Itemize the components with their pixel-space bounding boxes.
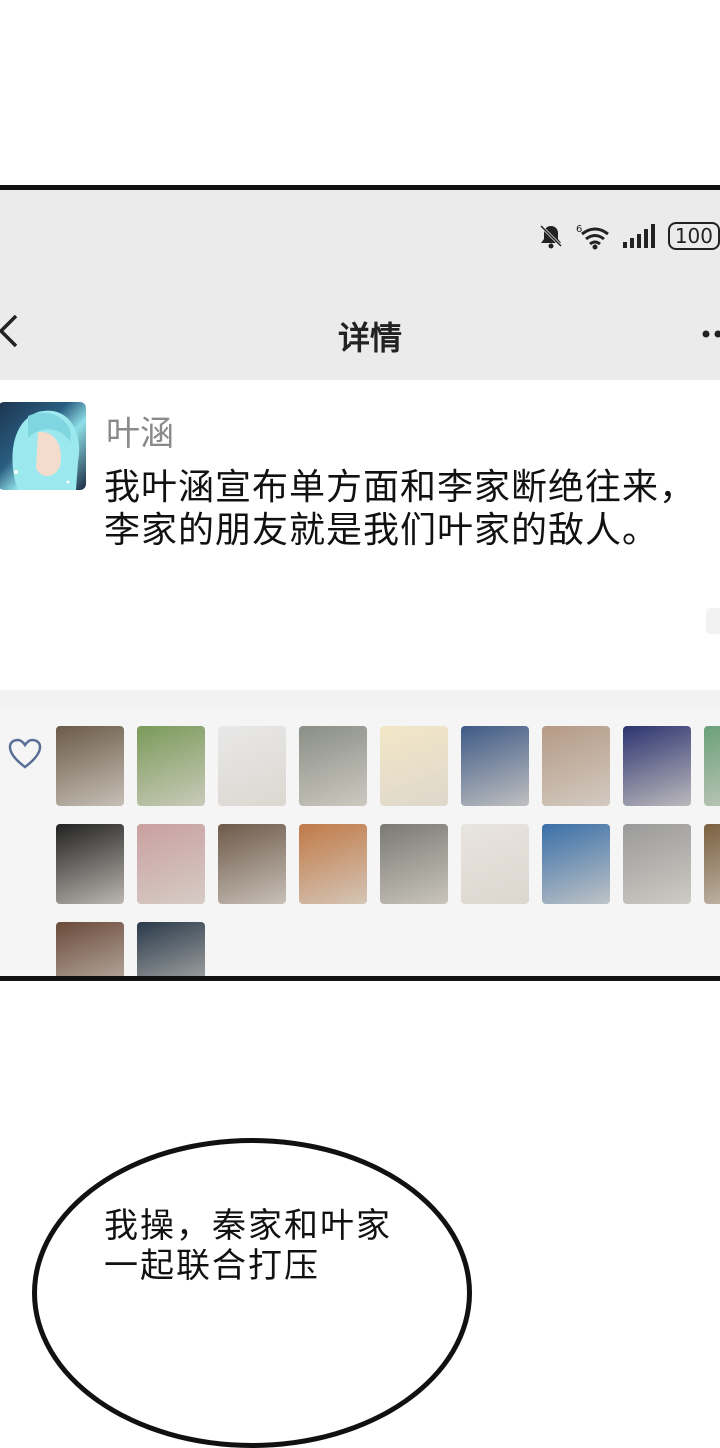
phone-screenshot-panel: 6 100 详情 叶涵 我叶涵宣布单方面和李家断绝往来，李家: [0, 185, 720, 981]
bell-muted-icon: [538, 223, 564, 249]
liker-avatar[interactable]: [137, 922, 205, 981]
author-avatar[interactable]: [0, 402, 86, 490]
liker-avatar[interactable]: [56, 922, 124, 981]
liker-avatar[interactable]: [704, 726, 720, 806]
liker-avatar[interactable]: [137, 726, 205, 806]
liker-avatar[interactable]: [218, 726, 286, 806]
moment-post: 叶涵 我叶涵宣布单方面和李家断绝往来，李家的朋友就是我们叶家的敌人。: [0, 380, 720, 690]
liker-avatar[interactable]: [137, 824, 205, 904]
liker-avatar[interactable]: [299, 726, 367, 806]
liker-avatar[interactable]: [704, 824, 720, 904]
network-type-label: 6: [576, 224, 582, 235]
liker-avatar[interactable]: [56, 726, 124, 806]
status-bar: 6 100: [0, 190, 720, 285]
post-content: 我叶涵宣布单方面和李家断绝往来，李家的朋友就是我们叶家的敌人。: [104, 466, 704, 552]
liker-avatar[interactable]: [56, 824, 124, 904]
likes-section: [0, 708, 720, 976]
liker-avatar[interactable]: [542, 824, 610, 904]
page-title: 详情: [0, 313, 720, 359]
speech-bubble-text: 我操，秦家和叶家一起联合打压: [104, 1206, 404, 1286]
comment-action-button[interactable]: [706, 608, 720, 634]
liker-avatar[interactable]: [542, 726, 610, 806]
author-name[interactable]: 叶涵: [106, 406, 174, 455]
liker-avatar[interactable]: [623, 824, 691, 904]
status-icons: 6 100: [538, 222, 720, 250]
liker-avatar[interactable]: [623, 726, 691, 806]
liker-avatar[interactable]: [461, 824, 529, 904]
heart-icon: [8, 738, 42, 770]
wifi-icon: 6: [576, 222, 610, 250]
liker-avatar[interactable]: [380, 726, 448, 806]
liker-avatar[interactable]: [218, 824, 286, 904]
battery-indicator: 100: [668, 222, 720, 250]
signal-icon: [622, 224, 656, 248]
nav-bar: 详情: [0, 285, 720, 380]
liker-avatar[interactable]: [299, 824, 367, 904]
liker-avatar[interactable]: [461, 726, 529, 806]
speech-bubble: [32, 1138, 472, 1448]
more-options-icon[interactable]: [700, 325, 720, 337]
liker-avatar[interactable]: [380, 824, 448, 904]
